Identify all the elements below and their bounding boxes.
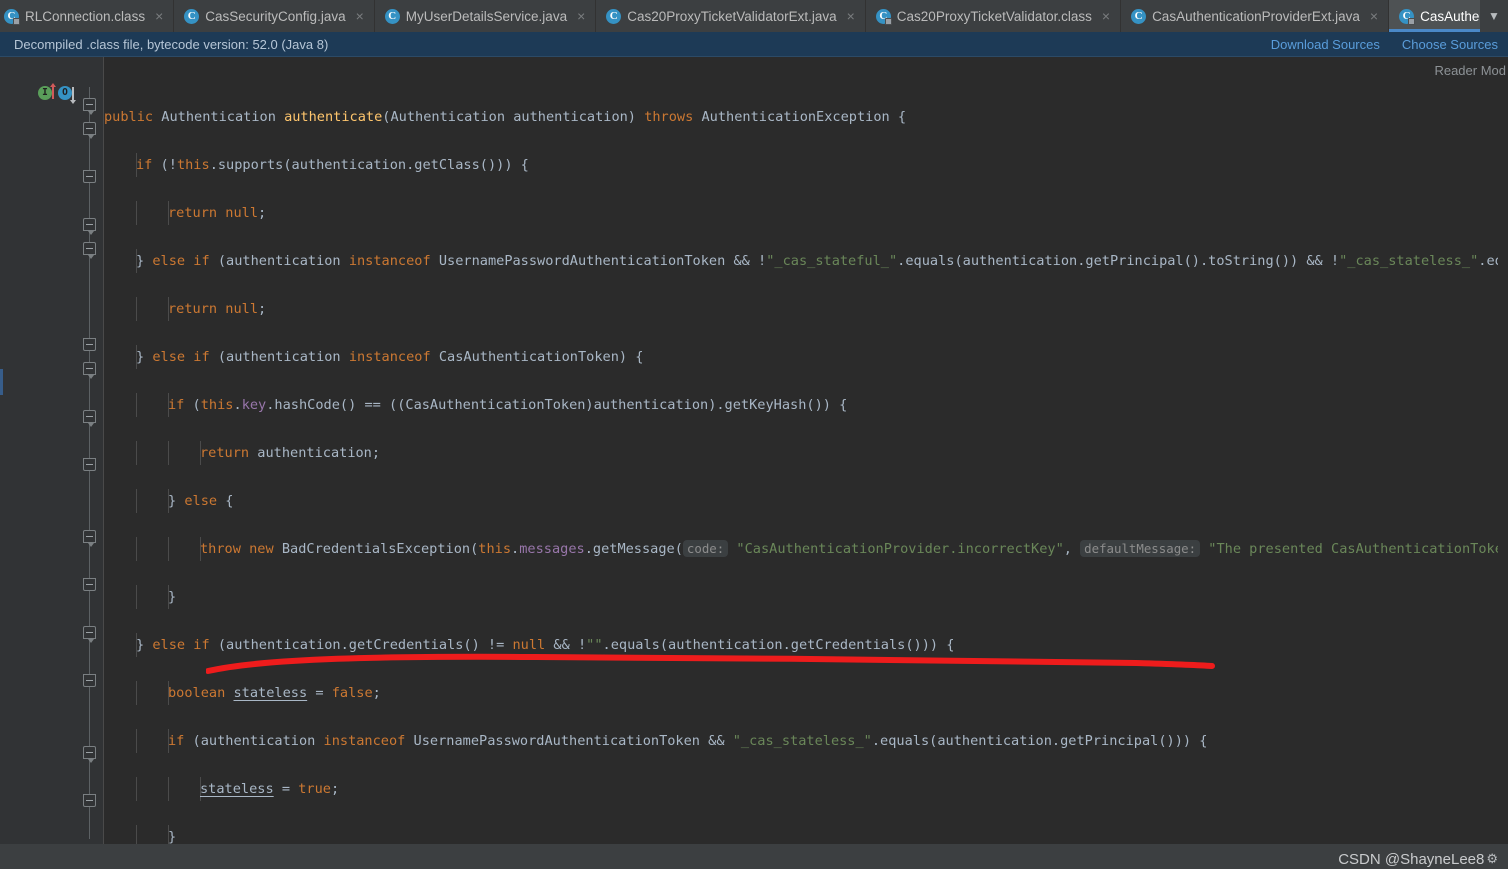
vertical-scrollbar[interactable] [1498,114,1508,869]
chevron-down-icon[interactable]: ▼ [1480,0,1508,32]
choose-sources-link[interactable]: Choose Sources [1402,37,1498,52]
code-line[interactable]: 69 boolean stateless = false; [0,681,1508,705]
java-class-decompiled-icon: C [875,8,892,25]
fold-handle-line-68[interactable] [83,362,96,379]
java-class-decompiled-icon: C [4,8,20,25]
reader-mode-label[interactable]: Reader Mod [1434,63,1506,78]
code-line[interactable]: 62 } else if (authentication instanceof … [0,345,1508,369]
tab-close-icon[interactable]: × [153,9,163,23]
tab-rlconnection-class[interactable]: C RLConnection.class × [0,0,175,32]
code-line[interactable]: 59 return null; [0,201,1508,225]
gear-icon: ⚙ [1486,851,1498,867]
line-content: stateless = true; [200,781,340,797]
code-line[interactable]: 60 } else if (authentication instanceof … [0,249,1508,273]
code-line[interactable]: 66 throw new BadCredentialsException(thi… [0,537,1508,561]
tab-label: MyUserDetailsService.java [405,8,568,24]
tab-cas20proxyticketvalidator-class[interactable]: C Cas20ProxyTicketValidator.class × [866,0,1122,32]
editor-tab-bar[interactable]: C RLConnection.class × C CasSecurityConf… [0,0,1508,32]
line-content: return authentication; [200,445,381,461]
fold-handle-line-84[interactable] [83,746,96,763]
tab-label: CasAuthenticationProviderExt.java [1152,8,1360,24]
line-content: if (!this.supports(authentication.getCla… [136,157,529,173]
line-content: if (this.key.hashCode() == ((CasAuthenti… [168,397,848,413]
code-line[interactable]: 56 [0,57,1508,81]
fold-handle-line-57[interactable] [83,98,96,115]
line-content: } else { [168,493,234,509]
java-class-icon: C [384,8,400,24]
fold-handle-line-82[interactable] [83,674,96,687]
fold-handle-line-79[interactable] [83,626,96,643]
fold-handle-line-86[interactable] [83,794,96,807]
code-line[interactable]: 67 } [0,585,1508,609]
fold-handle-line-67[interactable] [83,338,96,351]
code-line[interactable]: 61 return null; [0,297,1508,321]
tab-label: CasSecurityConfig.java [205,8,346,24]
line-content: } else if (authentication instanceof Cas… [136,349,644,365]
java-class-icon: C [1131,8,1147,24]
overriding-method-icon[interactable]: O [58,86,76,104]
watermark-text: CSDN @ShayneLee8 [1338,851,1485,868]
tab-close-icon[interactable]: × [575,9,585,23]
code-line[interactable]: 64 return authentication; [0,441,1508,465]
code-line[interactable]: 68 } else if (authentication.getCredenti… [0,633,1508,657]
line-content: return null; [168,205,267,221]
changed-lines-marker [0,369,3,395]
code-line[interactable]: 70 if (authentication instanceof Usernam… [0,729,1508,753]
line-content: throw new BadCredentialsException(this.m… [200,540,1508,557]
code-line[interactable]: 63 if (this.key.hashCode() == ((CasAuthe… [0,393,1508,417]
tab-close-icon[interactable]: × [845,9,855,23]
bottom-strip [0,844,1508,869]
fold-handle-line-70[interactable] [83,410,96,427]
gutter-divider [103,57,104,869]
fold-handle-line-72[interactable] [83,458,96,471]
tab-close-icon[interactable]: × [1368,9,1378,23]
tab-myuserdetailsservice-java[interactable]: C MyUserDetailsService.java × [375,0,597,32]
line-content: public Authentication authenticate(Authe… [104,109,907,125]
notification-message: Decompiled .class file, bytecode version… [14,36,329,52]
line-content: } [168,589,177,605]
line-content: return null; [168,301,267,317]
java-class-decompiled-icon: C [1399,8,1416,25]
fold-handle-line-60[interactable] [83,170,96,183]
line-content: boolean stateless = false; [168,685,381,701]
code-editor[interactable]: Reader Mod I O 56 57 public Authenticati… [0,57,1508,869]
java-class-icon: C [606,8,622,24]
fold-handle-line-58[interactable] [83,122,96,139]
implementing-method-icon[interactable]: I [38,83,56,100]
tab-label: Cas20ProxyTicketValidator.class [896,8,1092,24]
inlay-hint-defaultmessage: defaultMessage: [1080,540,1201,557]
tab-label: Cas20ProxyTicketValidatorExt.java [627,8,837,24]
tab-label: RLConnection.class [25,8,146,24]
csdn-watermark: CSDN @ShayneLee8 ⚙ [1338,851,1498,868]
code-line[interactable]: 71 stateless = true; [0,777,1508,801]
tab-casauthenticationproviderext-java[interactable]: C CasAuthenticationProviderExt.java × [1121,0,1390,32]
inlay-hint-code: code: [682,540,729,557]
java-class-icon: C [184,8,200,24]
tab-cassecurityconfig-java[interactable]: C CasSecurityConfig.java × [174,0,375,32]
code-line[interactable]: 65 } else { [0,489,1508,513]
line-content: if (authentication instanceof UsernamePa… [168,733,1208,749]
fold-handle-line-75[interactable] [83,530,96,547]
fold-handle-line-77[interactable] [83,578,96,591]
code-line[interactable]: 58 if (!this.supports(authentication.get… [0,153,1508,177]
tab-cas20proxyticketvalidatorext-java[interactable]: C Cas20ProxyTicketValidatorExt.java × [596,0,866,32]
line-content: } else if (authentication.getCredentials… [136,637,955,653]
download-sources-link[interactable]: Download Sources [1271,37,1380,52]
code-line[interactable]: 57 public Authentication authenticate(Au… [0,105,1508,129]
fold-handle-line-62[interactable] [83,218,96,235]
fold-handle-line-63[interactable] [83,242,96,259]
line-content: } else if (authentication instanceof Use… [136,253,1508,269]
tab-close-icon[interactable]: × [1100,9,1110,23]
decompiled-class-notification-bar: Decompiled .class file, bytecode version… [0,32,1508,57]
tab-close-icon[interactable]: × [354,9,364,23]
